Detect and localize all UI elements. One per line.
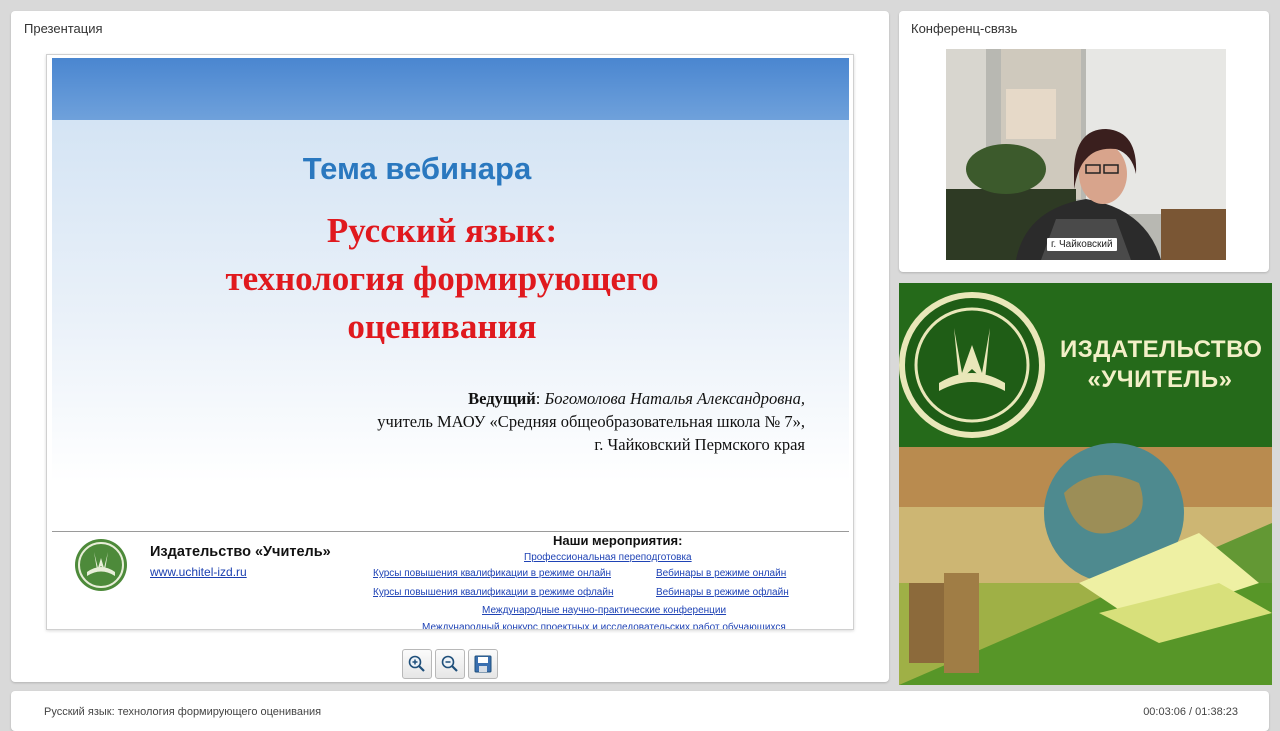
conference-panel: Конференц-связь г. Чайковский bbox=[899, 11, 1269, 272]
save-icon bbox=[474, 655, 492, 673]
presenter-name: Богомолова Наталья Александровна, bbox=[544, 389, 805, 408]
presentation-slide: Тема вебинара Русский язык: технология ф… bbox=[46, 54, 854, 630]
zoom-out-button[interactable] bbox=[435, 649, 465, 679]
banner-line-2: «УЧИТЕЛЬ» bbox=[1087, 366, 1233, 393]
event-link-webinars-online[interactable]: Вебинары в режиме онлайн bbox=[656, 568, 786, 579]
publisher-banner: ИЗДАТЕЛЬСТВО «УЧИТЕЛЬ» bbox=[899, 283, 1272, 685]
slide-divider bbox=[52, 531, 849, 532]
webcam-video: г. Чайковский bbox=[946, 49, 1226, 260]
zoom-out-icon bbox=[441, 655, 458, 672]
presenter-label: Ведущий bbox=[468, 389, 536, 408]
save-button[interactable] bbox=[468, 649, 498, 679]
event-link-retraining[interactable]: Профессиональная переподготовка bbox=[524, 552, 692, 563]
event-link-courses-offline[interactable]: Курсы повышения квалификации в режиме оф… bbox=[373, 587, 613, 598]
participant-location-label: г. Чайковский bbox=[1047, 238, 1117, 251]
conference-panel-title: Конференц-связь bbox=[911, 21, 1018, 36]
events-title-text: Наши мероприятия bbox=[553, 533, 679, 548]
webcam-image bbox=[946, 49, 1226, 260]
slide-header-band bbox=[52, 58, 849, 120]
event-link-conferences[interactable]: Международные научно-практические конфер… bbox=[482, 605, 726, 616]
presenter-location: г. Чайковский Пермского края bbox=[594, 435, 805, 454]
event-link-webinars-offline[interactable]: Вебинары в режиме офлайн bbox=[656, 587, 789, 598]
slide-topic-line-2: технология формирующего bbox=[225, 259, 659, 298]
presentation-panel: Презентация Тема вебинара Русский язык: … bbox=[11, 11, 889, 682]
slide-topic-line-1: Русский язык: bbox=[326, 211, 558, 250]
slide-topic: Русский язык: технология формирующего оц… bbox=[182, 207, 702, 351]
event-link-contest[interactable]: Международный конкурс проектных и исслед… bbox=[422, 622, 786, 629]
footer-bar: Русский язык: технология формирующего оц… bbox=[11, 691, 1269, 731]
banner-line-1: ИЗДАТЕЛЬСТВО bbox=[1060, 336, 1263, 363]
playback-time: 00:03:06 / 01:38:23 bbox=[1143, 706, 1238, 718]
event-link-courses-online[interactable]: Курсы повышения квалификации в режиме он… bbox=[373, 568, 611, 579]
slide-heading: Тема вебинара bbox=[302, 151, 532, 186]
presenter-position: учитель МАОУ «Средняя общеобразовательна… bbox=[377, 412, 805, 431]
banner-publisher-name: ИЗДАТЕЛЬСТВО «УЧИТЕЛЬ» bbox=[1060, 335, 1263, 395]
publisher-logo-icon bbox=[75, 539, 127, 591]
presenter-line: Ведущий: Богомолова Наталья Александровн… bbox=[468, 389, 805, 408]
presentation-panel-title: Презентация bbox=[24, 21, 103, 36]
events-title: Наши мероприятия: bbox=[553, 533, 683, 548]
zoom-in-button[interactable] bbox=[402, 649, 432, 679]
slide-topic-line-3: оценивания bbox=[347, 307, 537, 346]
zoom-in-icon bbox=[408, 655, 425, 672]
publisher-url-link[interactable]: www.uchitel-izd.ru bbox=[150, 565, 247, 579]
publisher-name: Издательство «Учитель» bbox=[150, 544, 331, 560]
webinar-title: Русский язык: технология формирующего оц… bbox=[44, 706, 322, 718]
